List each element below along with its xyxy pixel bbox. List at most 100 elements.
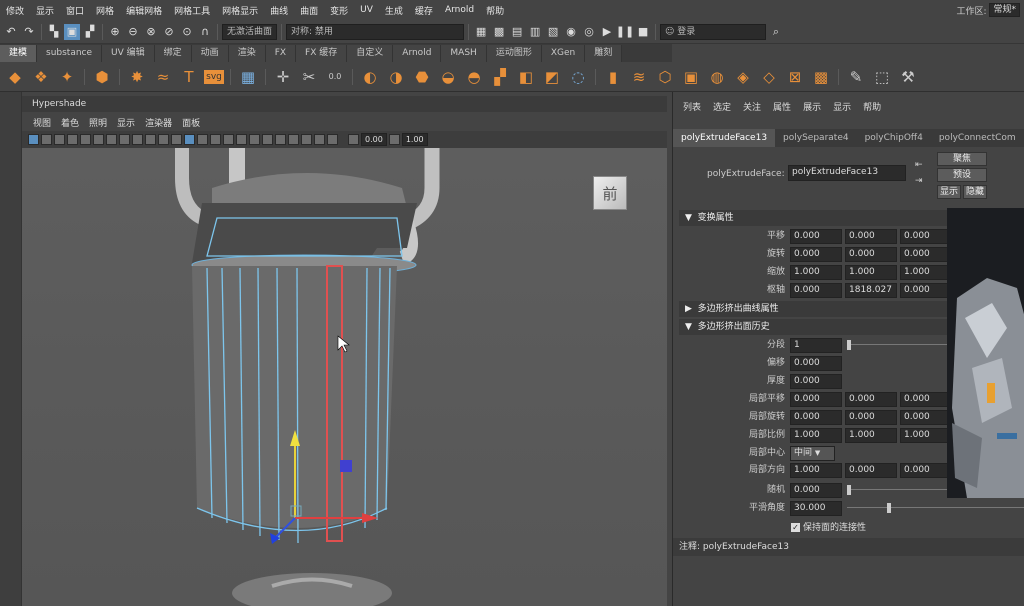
boolean-icon[interactable]: ◒ — [437, 66, 459, 88]
show-button[interactable]: 显示 — [937, 185, 961, 199]
manip-plane-handle[interactable] — [340, 460, 352, 472]
menu-edit-mesh[interactable]: 编辑网格 — [120, 4, 168, 17]
bridge-icon[interactable]: ◧ — [515, 66, 537, 88]
xray-components-icon[interactable] — [327, 134, 338, 145]
menu-modify[interactable]: 修改 — [0, 4, 30, 17]
render-view-icon[interactable]: ◎ — [581, 24, 597, 40]
type-text-icon[interactable]: T — [178, 66, 200, 88]
local-scale-z-field[interactable]: 1.000 — [900, 428, 952, 443]
shelf-tab-uv-editing[interactable]: UV 编辑 — [102, 45, 155, 62]
keep-faces-checkbox[interactable]: ✓ — [791, 523, 800, 532]
pivot-z-field[interactable]: 0.000 — [900, 283, 952, 298]
field-chart-icon[interactable] — [132, 134, 143, 145]
rotate-x-field[interactable]: 0.000 — [790, 247, 842, 262]
combine-icon[interactable]: ◐ — [359, 66, 381, 88]
collapse-icon[interactable]: ◇ — [758, 66, 780, 88]
tab-polyseparate4[interactable]: polySeparate4 — [775, 129, 857, 147]
magnet-icon[interactable]: ∩ — [197, 24, 213, 40]
select-bounds-icon[interactable]: ⬚ — [871, 66, 893, 88]
viewport-3d[interactable]: 前 — [22, 148, 667, 606]
shelf-tab-mash[interactable]: MASH — [441, 45, 487, 62]
wedge-icon[interactable]: ◍ — [706, 66, 728, 88]
smoothing-angle-field[interactable]: 30.000 — [790, 501, 842, 516]
xray-icon[interactable] — [301, 134, 312, 145]
stop-icon[interactable]: ■ — [635, 24, 651, 40]
translate-x-field[interactable]: 0.000 — [790, 229, 842, 244]
workspace-dropdown[interactable]: 常规* — [989, 3, 1020, 17]
ambient-occlusion-icon[interactable] — [236, 134, 247, 145]
shelf-tab-rendering[interactable]: 渲染 — [228, 45, 266, 62]
quadrangulate-icon[interactable]: ▩ — [810, 66, 832, 88]
menu-curves[interactable]: 曲线 — [264, 4, 294, 17]
menu-generate[interactable]: 生成 — [379, 4, 409, 17]
vp-menu-shading[interactable]: 着色 — [56, 116, 84, 129]
local-rotate-x-field[interactable]: 0.000 — [790, 410, 842, 425]
ae-menu-selected[interactable]: 选定 — [707, 100, 737, 113]
gate-mask-icon[interactable] — [119, 134, 130, 145]
local-center-dropdown[interactable]: 中间 ▼ — [790, 446, 835, 461]
pause-icon[interactable]: ❚❚ — [616, 24, 634, 40]
vp-menu-lighting[interactable]: 照明 — [84, 116, 112, 129]
play-icon[interactable]: ▶ — [599, 24, 615, 40]
pivot-y-field[interactable]: 1818.027 — [845, 283, 897, 298]
smooth-icon[interactable]: ⬣ — [411, 66, 433, 88]
menu-windows[interactable]: 窗口 — [60, 4, 90, 17]
select-object-icon[interactable]: ▣ — [64, 23, 80, 40]
gamma-field[interactable]: 1.00 — [401, 133, 428, 146]
thickness-field[interactable]: 0.000 — [790, 374, 842, 389]
vp-menu-renderer[interactable]: 渲染器 — [140, 116, 177, 129]
select-component-icon[interactable]: ▞ — [82, 24, 98, 40]
antialias-icon[interactable] — [262, 134, 273, 145]
divisions-slider-knob[interactable] — [847, 340, 851, 350]
shelf-tab-arnold[interactable]: Arnold — [393, 45, 442, 62]
local-rotate-y-field[interactable]: 0.000 — [845, 410, 897, 425]
search-icon[interactable]: ⌕ — [768, 24, 784, 40]
shelf-tab-xgen[interactable]: XGen — [541, 45, 586, 62]
tab-polyextrudeface13[interactable]: polyExtrudeFace13 — [673, 129, 776, 147]
grid-toggle-icon[interactable] — [80, 134, 91, 145]
poly-sphere-icon[interactable]: ◆ — [4, 66, 26, 88]
menu-uv[interactable]: UV — [354, 5, 379, 15]
render-current-icon[interactable]: ▩ — [491, 24, 507, 40]
camera-attrs-icon[interactable] — [41, 134, 52, 145]
shelf-tab-motion-graphics[interactable]: 运动图形 — [486, 45, 542, 62]
dof-icon[interactable] — [275, 134, 286, 145]
render-settings-icon[interactable]: ▧ — [545, 24, 561, 40]
local-scale-y-field[interactable]: 1.000 — [845, 428, 897, 443]
local-translate-y-field[interactable]: 0.000 — [845, 392, 897, 407]
vp-menu-show[interactable]: 显示 — [112, 116, 140, 129]
local-direction-x-field[interactable]: 1.000 — [790, 463, 842, 478]
transform-value-icon[interactable]: 0.0 — [324, 66, 346, 88]
shelf-tab-fx[interactable]: FX — [265, 45, 297, 62]
local-scale-x-field[interactable]: 1.000 — [790, 428, 842, 443]
quad-draw-icon[interactable]: ✎ — [845, 66, 867, 88]
shelf-tab-fx-caching[interactable]: FX 缓存 — [296, 45, 348, 62]
undo-icon[interactable]: ↶ — [3, 24, 19, 40]
vp-menu-panels[interactable]: 面板 — [177, 116, 205, 129]
edge-loop-icon[interactable]: ≋ — [628, 66, 650, 88]
divisions-slider[interactable] — [847, 340, 947, 350]
snap-grid-icon[interactable]: ⊕ — [107, 24, 123, 40]
presets-button[interactable]: 预设 — [937, 168, 987, 182]
snap-curve-icon[interactable]: ⊖ — [125, 24, 141, 40]
local-direction-z-field[interactable]: 0.000 — [900, 463, 952, 478]
shelf-tab-custom[interactable]: 自定义 — [347, 45, 394, 62]
menu-help[interactable]: 帮助 — [480, 4, 510, 17]
multi-cut-icon[interactable]: ▮ — [602, 66, 624, 88]
bookmark-icon[interactable] — [54, 134, 65, 145]
menu-mesh-display[interactable]: 网格显示 — [216, 4, 264, 17]
symmetry-dropdown[interactable]: 对称: 禁用 — [286, 23, 465, 40]
poly-platonic-icon[interactable]: ⬢ — [91, 66, 113, 88]
pivot-x-field[interactable]: 0.000 — [790, 283, 842, 298]
menu-deform[interactable]: 变形 — [324, 4, 354, 17]
snap-view-icon[interactable]: ⊘ — [161, 24, 177, 40]
film-gate-icon[interactable] — [93, 134, 104, 145]
random-slider-knob[interactable] — [847, 485, 851, 495]
local-rotate-z-field[interactable]: 0.000 — [900, 410, 952, 425]
menu-mesh[interactable]: 网格 — [90, 4, 120, 17]
smoothing-angle-slider[interactable] — [847, 503, 1024, 513]
xray-joints-icon[interactable] — [314, 134, 325, 145]
local-translate-z-field[interactable]: 0.000 — [900, 392, 952, 407]
extrude-icon[interactable]: ▞ — [489, 66, 511, 88]
offset-field[interactable]: 0.000 — [790, 356, 842, 371]
